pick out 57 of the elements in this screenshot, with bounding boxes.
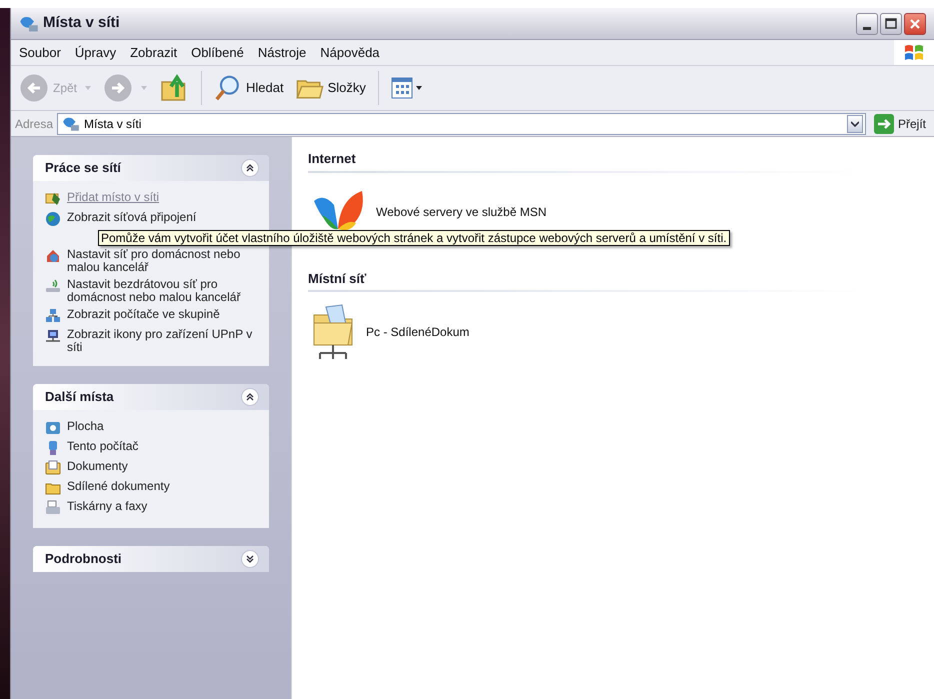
window-title: Místa v síti [43,13,120,34]
minimize-button[interactable] [856,12,878,34]
folders-button[interactable]: Složky [292,69,370,107]
task-link[interactable]: Zobrazit ikony pro zařízení UPnP v síti [67,328,261,354]
caret-icon [141,86,148,90]
folder-network-icon [45,191,61,207]
menu-item[interactable]: Oblíbené [191,42,244,62]
panel-title: Práce se sítí [45,159,121,178]
go-button[interactable]: Přejít [870,114,930,134]
item-label[interactable]: Pc - SdílenéDokum [366,323,470,341]
task-link[interactable]: Tento počítač [67,440,138,453]
caret-icon [85,86,92,90]
address-field[interactable]: Místa v síti [57,112,866,134]
task-link[interactable]: Nastavit síť pro domácnost nebo malou kancelář [67,248,261,274]
computers-icon [45,308,61,324]
menu-item[interactable]: Nástroje [258,42,306,62]
group-heading: Internet [308,150,356,168]
desktop-icon [45,420,61,436]
close-icon [909,18,921,30]
task-link[interactable]: Zobrazit počítače ve skupině [67,308,220,321]
task-link[interactable]: Tiskárny a faxy [67,500,148,513]
task-link[interactable]: Dokumenty [67,460,128,473]
windows-logo-icon [904,44,924,62]
task-link[interactable]: Nastavit bezdrátovou síť pro domácnost nebo malou kancelář [67,278,261,304]
search-button[interactable]: Hledat [210,69,288,107]
minimize-icon [863,26,871,30]
house-icon [45,248,61,264]
maximize-button[interactable] [880,12,902,34]
views-icon [390,77,423,99]
task-link[interactable]: Plocha [67,420,104,433]
menu-item[interactable]: Zobrazit [130,42,178,62]
collapse-button[interactable] [241,388,259,406]
menu-item[interactable]: Úpravy [74,42,116,62]
item-label[interactable]: Webové servery ve službě MSN [376,202,547,220]
printer-icon [45,500,61,516]
expand-button[interactable] [241,550,259,568]
panel-title: Podrobnosti [45,550,122,568]
chevron-down-icon [850,120,859,126]
tooltip: Pomůže vám vytvořit účet vlastního úložiště webových stránek a vytvořit zástupce webových serverů a umístění v síti. [98,230,730,246]
panel-title: Další místa [45,388,114,406]
wireless-device-icon [45,278,61,294]
menu-item[interactable]: Nápověda [320,42,380,62]
task-link[interactable]: Sdílené dokumenty [67,480,170,493]
menu-item[interactable]: Soubor [19,42,61,62]
group-heading: Místní síť [308,270,366,288]
monitor-icon [45,328,61,344]
double-chevron-up-icon [246,393,254,401]
close-button[interactable] [904,12,926,34]
documents-icon [45,460,61,476]
double-chevron-up-icon [246,164,254,172]
maximize-icon [885,18,897,29]
address-label: Adresa [14,116,54,132]
task-link[interactable]: Zobrazit síťová připojení [67,211,196,224]
globe-icon [45,211,61,227]
collapse-button[interactable] [241,159,259,177]
network-places-icon [62,114,80,132]
double-chevron-down-icon [246,555,254,563]
